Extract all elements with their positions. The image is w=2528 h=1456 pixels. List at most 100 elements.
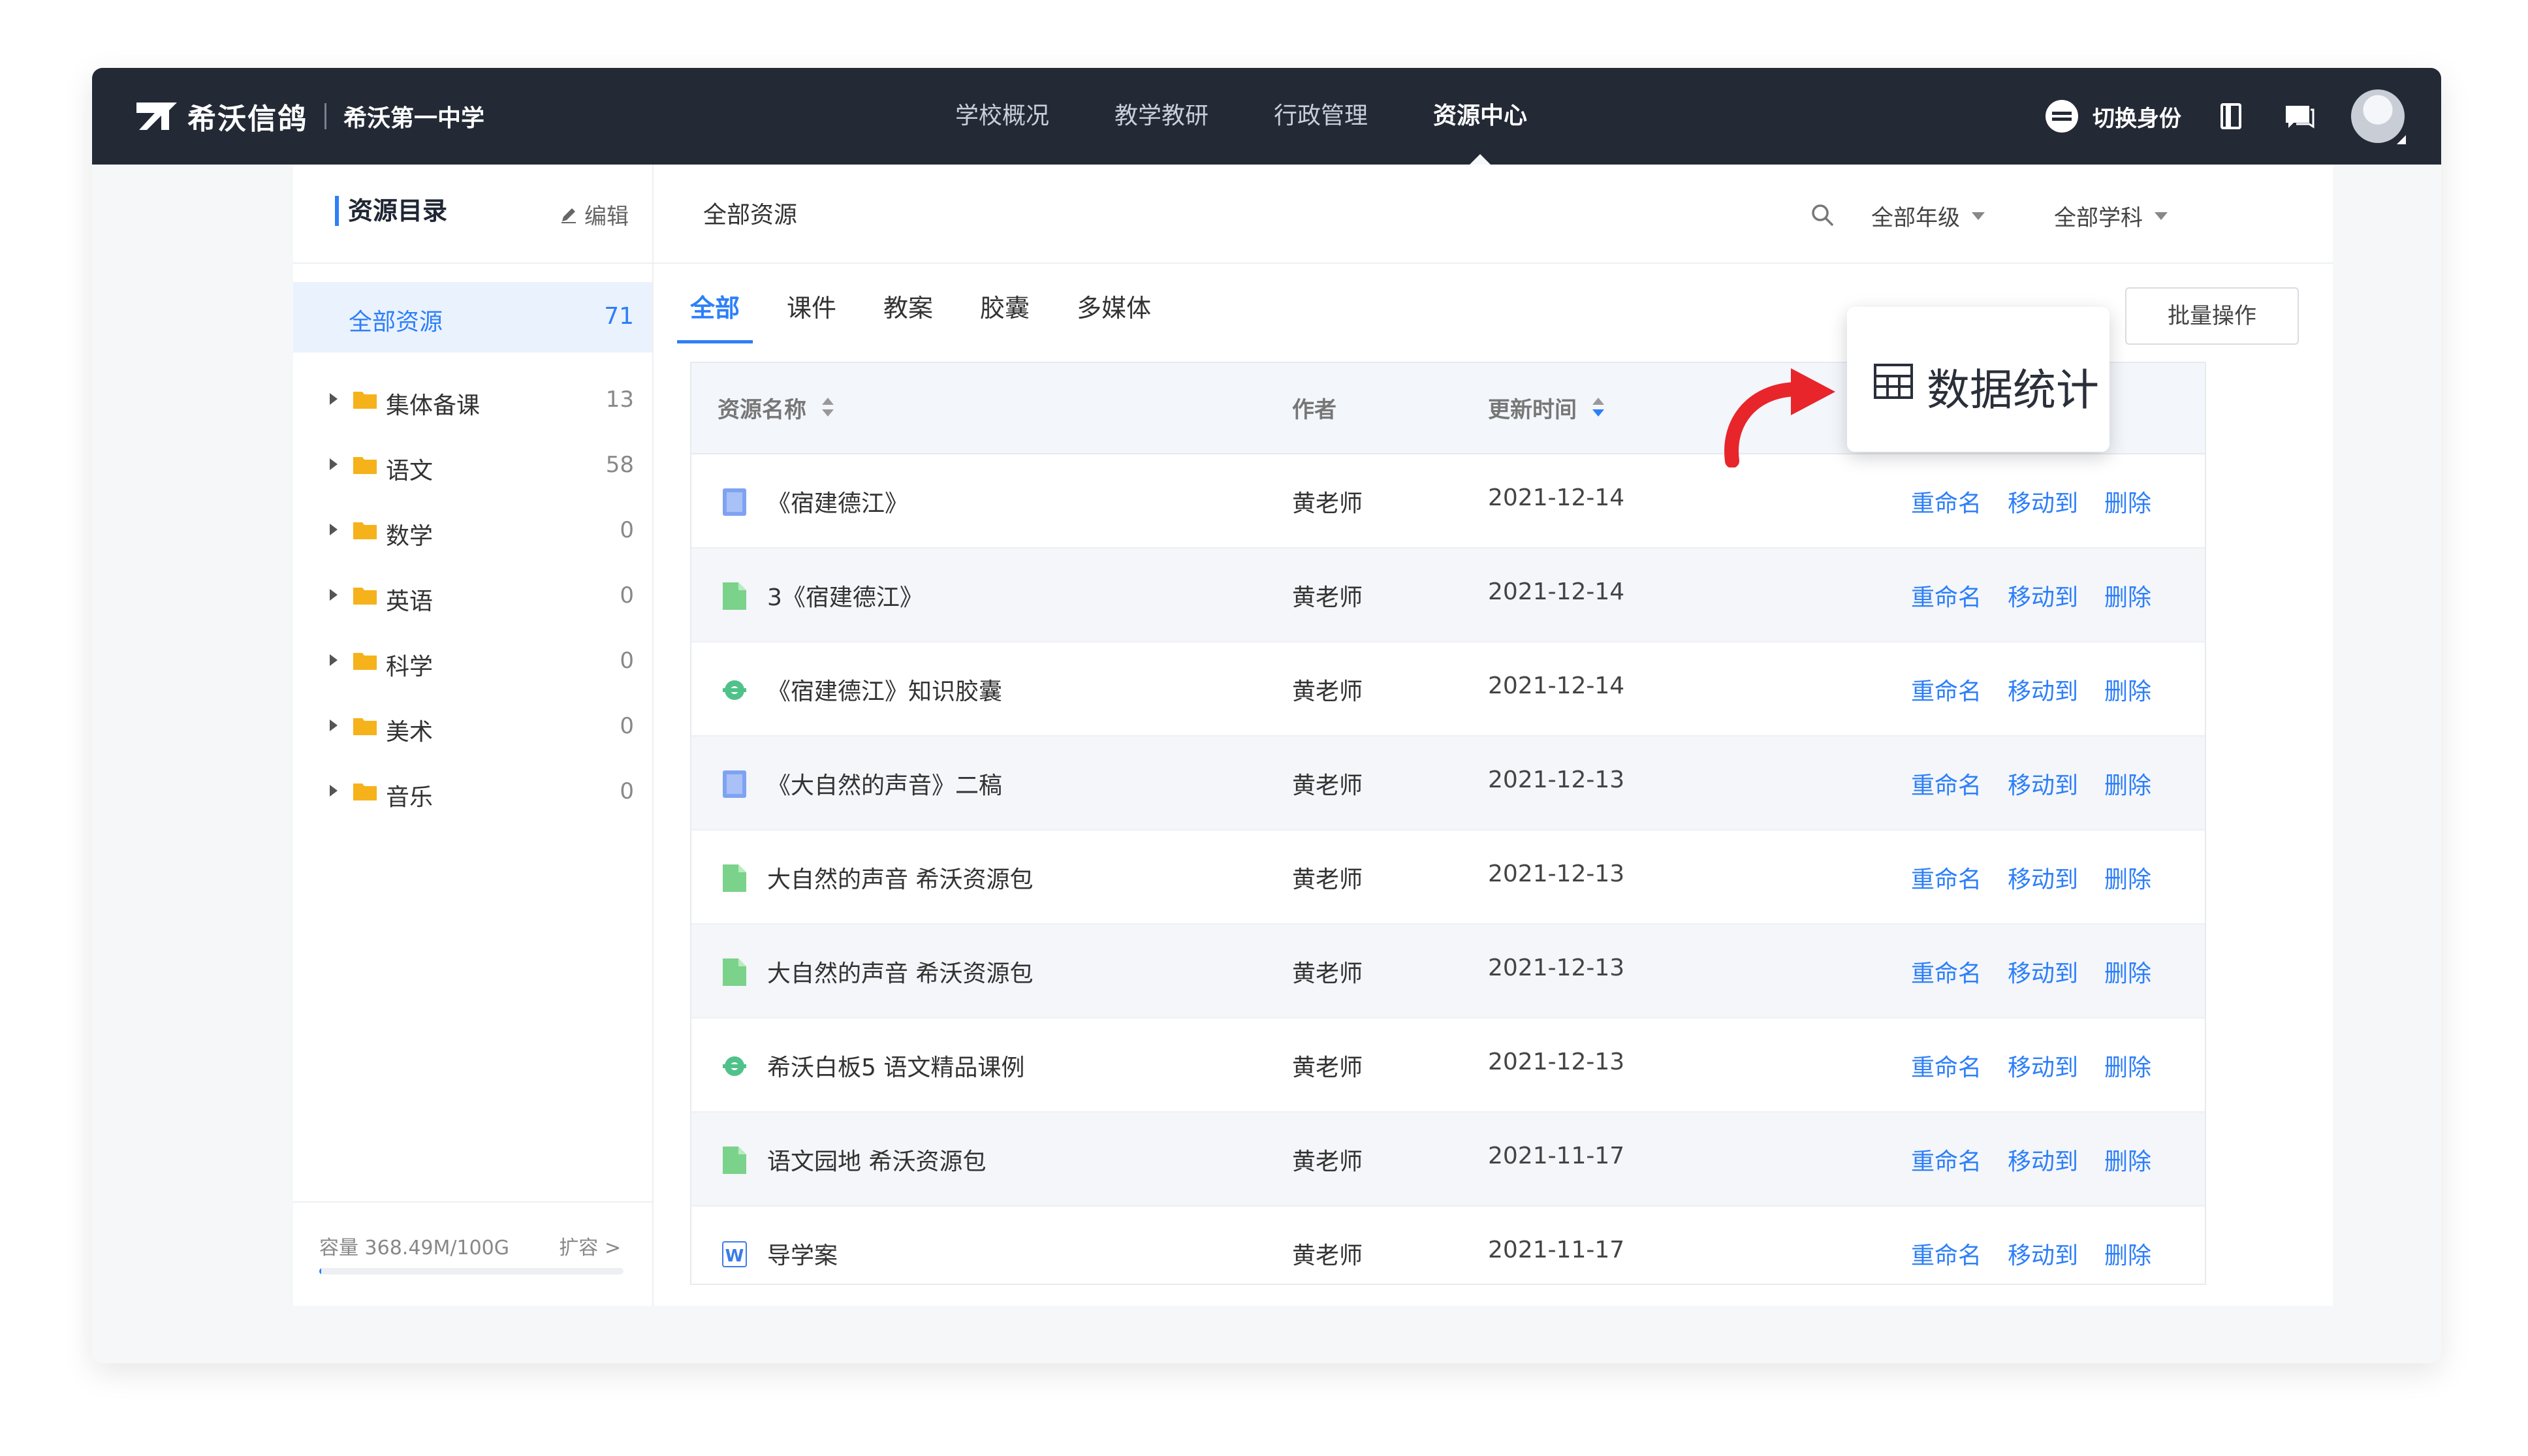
- bookmark-icon[interactable]: [2215, 101, 2247, 132]
- expand-arrow-icon[interactable]: [330, 524, 338, 535]
- switch-identity-button[interactable]: 切换身份: [2044, 99, 2181, 134]
- rename-link[interactable]: 重命名: [1911, 955, 1982, 989]
- sidebar-folder-science[interactable]: 科学 0: [293, 639, 652, 684]
- rename-link[interactable]: 重命名: [1911, 1049, 1982, 1083]
- move-to-link[interactable]: 移动到: [2008, 673, 2078, 706]
- capsule-icon: [723, 1056, 746, 1076]
- delete-link[interactable]: 删除: [2104, 484, 2151, 518]
- message-icon[interactable]: [2283, 101, 2315, 132]
- data-statistics-button[interactable]: 数据统计: [1847, 307, 2109, 452]
- rename-link[interactable]: 重命名: [1911, 1143, 1982, 1177]
- expand-arrow-icon[interactable]: [330, 393, 338, 405]
- row-actions: 重命名 移动到 删除: [1911, 955, 2177, 989]
- row-actions: 重命名 移动到 删除: [1911, 861, 2177, 894]
- menu-school-overview[interactable]: 学校概况: [955, 68, 1049, 165]
- expand-arrow-icon[interactable]: [330, 654, 338, 666]
- tab-courseware[interactable]: 课件: [787, 282, 836, 347]
- move-to-link[interactable]: 移动到: [2008, 578, 2078, 612]
- resource-name[interactable]: 希沃白板5 语文精品课例: [767, 1049, 1024, 1083]
- tab-capsule[interactable]: 胶囊: [980, 282, 1030, 347]
- expand-arrow-icon[interactable]: [330, 458, 338, 470]
- move-to-link[interactable]: 移动到: [2008, 484, 2078, 518]
- rename-link[interactable]: 重命名: [1911, 861, 1982, 894]
- sort-icon[interactable]: [1592, 395, 1604, 421]
- move-to-link[interactable]: 移动到: [2008, 1143, 2078, 1177]
- rename-link[interactable]: 重命名: [1911, 767, 1982, 800]
- resource-name[interactable]: 大自然的声音 希沃资源包: [767, 955, 1033, 989]
- menu-teaching-research[interactable]: 教学教研: [1114, 68, 1209, 165]
- rename-link[interactable]: 重命名: [1911, 1237, 1982, 1271]
- table-row[interactable]: W 导学案 黄老师 2021-11-17 重命名 移动到 删除: [691, 1207, 2205, 1284]
- resource-date: 2021-12-13: [1488, 1049, 1625, 1075]
- table-row[interactable]: 《宿建德江》 黄老师 2021-12-14 重命名 移动到 删除: [691, 454, 2205, 548]
- move-to-link[interactable]: 移动到: [2008, 861, 2078, 894]
- move-to-link[interactable]: 移动到: [2008, 1049, 2078, 1083]
- resource-name[interactable]: 大自然的声音 希沃资源包: [767, 861, 1033, 894]
- resource-name[interactable]: 3《宿建德江》: [767, 578, 923, 612]
- delete-link[interactable]: 删除: [2104, 673, 2151, 706]
- search-icon[interactable]: [1810, 202, 1835, 227]
- row-actions: 重命名 移动到 删除: [1911, 1143, 2177, 1177]
- logo[interactable]: 希沃信鸽 希沃第一中学: [135, 98, 485, 136]
- delete-link[interactable]: 删除: [2104, 1049, 2151, 1083]
- move-to-link[interactable]: 移动到: [2008, 767, 2078, 800]
- expand-capacity-link[interactable]: 扩容 >: [559, 1231, 621, 1260]
- school-name: 希沃第一中学: [343, 105, 485, 132]
- resource-name[interactable]: 《宿建德江》: [767, 484, 908, 518]
- folder-name: 音乐: [386, 784, 434, 811]
- data-statistics-label: 数据统计: [1927, 365, 2099, 415]
- grade-filter-dropdown[interactable]: 全部年级: [1871, 200, 1985, 232]
- tab-lesson-plan[interactable]: 教案: [883, 282, 933, 347]
- sidebar-folder-chinese[interactable]: 语文 58: [293, 443, 652, 488]
- tab-all[interactable]: 全部: [676, 282, 753, 347]
- switch-identity-label: 切换身份: [2093, 105, 2181, 132]
- delete-link[interactable]: 删除: [2104, 767, 2151, 800]
- delete-link[interactable]: 删除: [2104, 578, 2151, 612]
- move-to-link[interactable]: 移动到: [2008, 1237, 2078, 1271]
- tab-multimedia[interactable]: 多媒体: [1077, 282, 1151, 347]
- resource-author: 黄老师: [1292, 678, 1363, 705]
- rename-link[interactable]: 重命名: [1911, 484, 1982, 518]
- edit-catalog-button[interactable]: 编辑: [560, 198, 629, 230]
- resource-name[interactable]: 《大自然的声音》二稿: [767, 767, 1002, 800]
- delete-link[interactable]: 删除: [2104, 861, 2151, 894]
- delete-link[interactable]: 删除: [2104, 1237, 2151, 1271]
- table-row[interactable]: 希沃白板5 语文精品课例 黄老师 2021-12-13 重命名 移动到 删除: [691, 1019, 2205, 1113]
- table-row[interactable]: 大自然的声音 希沃资源包 黄老师 2021-12-13 重命名 移动到 删除: [691, 831, 2205, 925]
- move-to-link[interactable]: 移动到: [2008, 955, 2078, 989]
- sidebar-item-all-resources[interactable]: 全部资源 71: [293, 282, 652, 353]
- table-row[interactable]: 语文园地 希沃资源包 黄老师 2021-11-17 重命名 移动到 删除: [691, 1113, 2205, 1207]
- column-header-name[interactable]: 资源名称: [718, 392, 834, 424]
- table-row[interactable]: 《宿建德江》知识胶囊 黄老师 2021-12-14 重命名 移动到 删除: [691, 642, 2205, 736]
- folder-name: 英语: [386, 588, 434, 615]
- delete-link[interactable]: 删除: [2104, 955, 2151, 989]
- sort-icon[interactable]: [822, 395, 834, 421]
- sidebar-folder-collective-prep[interactable]: 集体备课 13: [293, 377, 652, 423]
- rename-link[interactable]: 重命名: [1911, 673, 1982, 706]
- subject-filter-dropdown[interactable]: 全部学科: [2054, 200, 2168, 232]
- sidebar-folder-music[interactable]: 音乐 0: [293, 769, 652, 815]
- sidebar-folder-art[interactable]: 美术 0: [293, 704, 652, 750]
- main-menu: 学校概况 教学教研 行政管理 资源中心: [955, 68, 1592, 165]
- column-header-date[interactable]: 更新时间: [1488, 392, 1604, 424]
- resource-name[interactable]: 《宿建德江》知识胶囊: [767, 673, 1002, 706]
- menu-administration[interactable]: 行政管理: [1274, 68, 1368, 165]
- capsule-icon: [723, 680, 746, 700]
- expand-arrow-icon[interactable]: [330, 589, 338, 601]
- batch-operation-button[interactable]: 批量操作: [2125, 287, 2299, 345]
- table-row[interactable]: 3《宿建德江》 黄老师 2021-12-14 重命名 移动到 删除: [691, 548, 2205, 642]
- user-avatar[interactable]: [2351, 89, 2406, 144]
- table-row[interactable]: 《大自然的声音》二稿 黄老师 2021-12-13 重命名 移动到 删除: [691, 736, 2205, 831]
- delete-link[interactable]: 删除: [2104, 1143, 2151, 1177]
- resource-author: 黄老师: [1292, 960, 1363, 987]
- sidebar-folder-english[interactable]: 英语 0: [293, 573, 652, 619]
- sidebar-folder-math[interactable]: 数学 0: [293, 508, 652, 554]
- table-row[interactable]: 大自然的声音 希沃资源包 黄老师 2021-12-13 重命名 移动到 删除: [691, 925, 2205, 1019]
- resource-name[interactable]: 语文园地 希沃资源包: [767, 1143, 986, 1177]
- expand-arrow-icon[interactable]: [330, 785, 338, 797]
- sidebar-title: 资源目录: [335, 196, 447, 226]
- menu-resource-center[interactable]: 资源中心: [1433, 68, 1527, 165]
- rename-link[interactable]: 重命名: [1911, 578, 1982, 612]
- resource-name[interactable]: 导学案: [767, 1237, 838, 1271]
- expand-arrow-icon[interactable]: [330, 720, 338, 731]
